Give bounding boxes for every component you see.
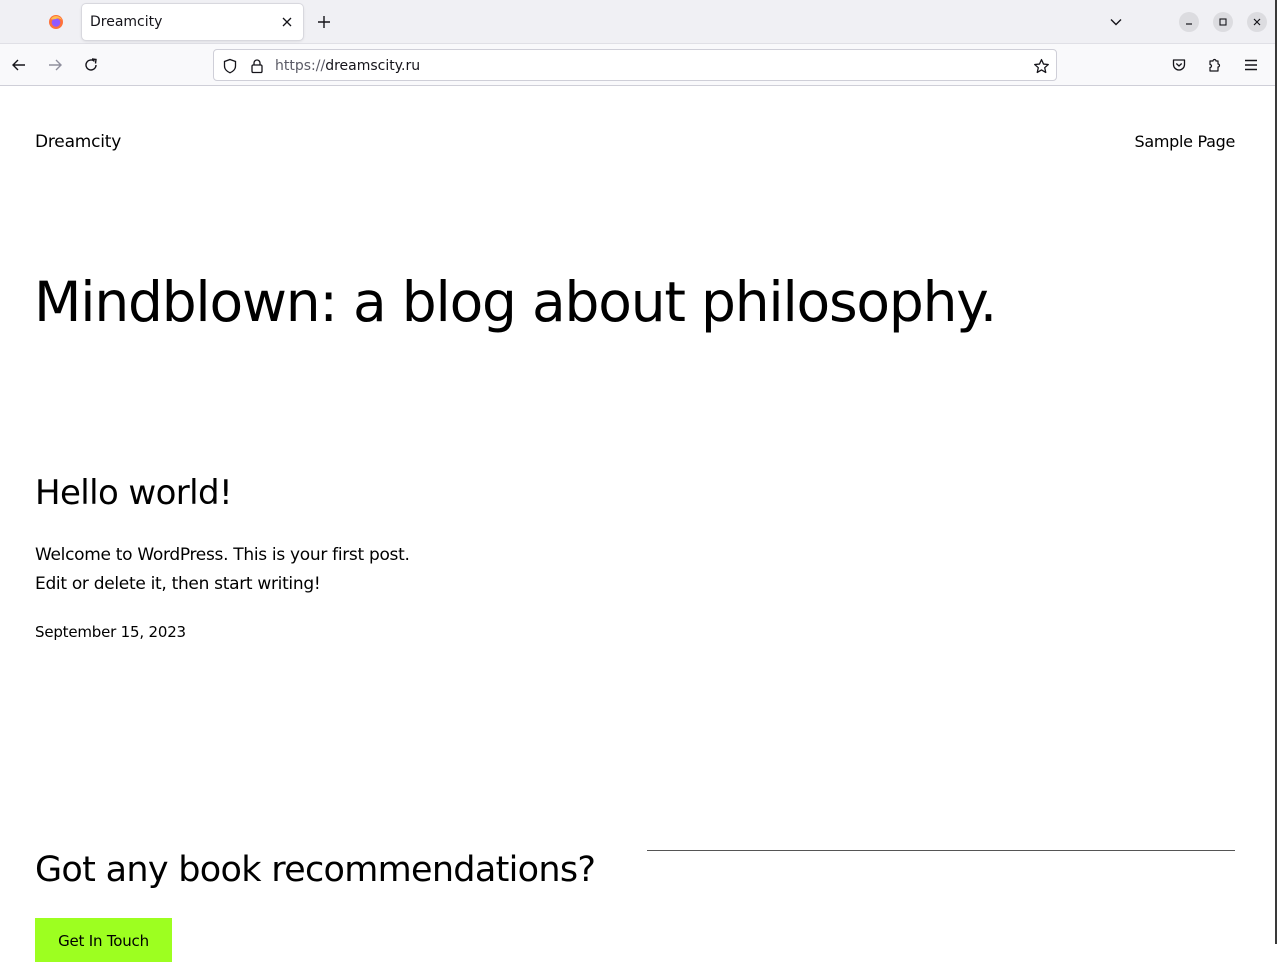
site-title[interactable]: Dreamcity [35, 132, 121, 152]
arrow-right-icon[interactable] [43, 53, 67, 77]
post-date[interactable]: September 15, 2023 [35, 623, 186, 641]
arrow-left-icon[interactable] [7, 53, 31, 77]
nav-link-sample-page[interactable]: Sample Page [1134, 132, 1235, 151]
tab-title: Dreamcity [90, 14, 163, 30]
firefox-icon[interactable] [40, 6, 72, 38]
divider [647, 850, 1235, 851]
hamburger-menu-icon[interactable] [1239, 53, 1263, 77]
shield-icon[interactable] [221, 57, 239, 75]
lock-icon[interactable] [248, 57, 266, 75]
post-title[interactable]: Hello world! [35, 473, 233, 513]
chevron-down-icon[interactable] [1104, 10, 1128, 34]
url-host: dreamscity.ru [325, 58, 421, 74]
get-in-touch-button[interactable]: Get In Touch [35, 918, 172, 962]
star-icon[interactable] [1032, 57, 1050, 75]
post-excerpt-line: Welcome to WordPress. This is your first… [35, 545, 410, 565]
minimize-icon[interactable] [1179, 12, 1199, 32]
close-icon[interactable] [1247, 12, 1267, 32]
maximize-icon[interactable] [1213, 12, 1233, 32]
post-excerpt-line: Edit or delete it, then start writing! [35, 574, 321, 594]
puzzle-icon[interactable] [1203, 53, 1227, 77]
post-excerpt: Welcome to WordPress. This is your first… [35, 541, 410, 599]
hero-heading: Mindblown: a blog about philosophy. [34, 270, 997, 334]
navigation-toolbar: https://dreamscity.ru [0, 44, 1277, 86]
close-icon[interactable] [277, 12, 297, 32]
url-text[interactable]: https://dreamscity.ru [275, 58, 420, 74]
plus-icon[interactable] [312, 10, 336, 34]
pocket-icon[interactable] [1167, 53, 1191, 77]
url-scheme: https:// [275, 58, 326, 74]
cta-heading: Got any book recommendations? [35, 850, 596, 890]
web-page: Dreamcity Sample Page Mindblown: a blog … [0, 86, 1277, 962]
url-bar[interactable]: https://dreamscity.ru [213, 49, 1057, 81]
tab-bar: Dreamcity [0, 0, 1277, 44]
reload-icon[interactable] [79, 53, 103, 77]
tab-dreamcity[interactable]: Dreamcity [82, 4, 303, 40]
